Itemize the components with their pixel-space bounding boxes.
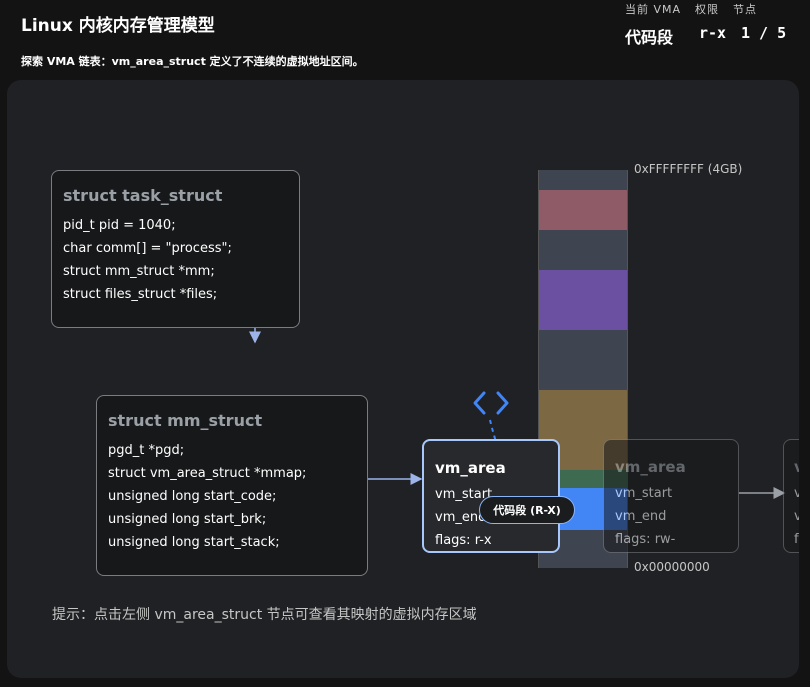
status-label-permission: 权限	[695, 3, 720, 16]
vma-node-title: v	[794, 458, 799, 476]
code-brackets-icon	[473, 391, 509, 415]
status-label-node: 节点	[733, 3, 758, 16]
vma-node-field: v	[794, 509, 799, 524]
vma-node-field: flags: rw-	[615, 532, 676, 547]
mm-struct-field: unsigned long start_brk;	[108, 512, 267, 527]
vma-node-field: f	[794, 532, 799, 547]
mm-struct-field: struct vm_area_struct *mmap;	[108, 466, 307, 481]
mm-struct-field: unsigned long start_stack;	[108, 535, 280, 550]
status-current-vma: 代码段	[625, 28, 674, 47]
vma-node-field: vm_start	[615, 486, 673, 501]
vma-node-field: vm_end	[615, 509, 667, 524]
memory-top-address: 0xFFFFFFFF (4GB)	[634, 162, 743, 176]
hint-text: 提示：点击左侧 vm_area_struct 节点可查看其映射的虚拟内存区域	[52, 607, 477, 623]
task-struct-field: char comm[] = "process";	[63, 241, 232, 256]
memory-segment-gap	[539, 230, 627, 270]
mm-struct-node[interactable]: struct mm_struct pgd_t *pgd; struct vm_a…	[96, 395, 368, 576]
mm-struct-field: pgd_t *pgd;	[108, 443, 185, 458]
memory-segment-mmap	[539, 270, 627, 330]
status-permission: r-x	[699, 24, 727, 42]
memory-bottom-address: 0x00000000	[634, 560, 710, 574]
vma-node-data[interactable]: vm_area vm_start vm_end flags: rw-	[603, 439, 739, 553]
mm-struct-field: unsigned long start_code;	[108, 489, 277, 504]
vma-node-title: vm_area	[615, 458, 686, 476]
vma-node-next[interactable]: v v v f	[783, 439, 799, 553]
memory-segment-stack	[539, 190, 627, 230]
task-struct-field: struct mm_struct *mm;	[63, 264, 215, 279]
visualization-panel: struct task_struct pid_t pid = 1040; cha…	[7, 80, 799, 678]
code-segment-label: 代码段 (R-X)	[479, 496, 575, 524]
status-node-index: 1 / 5	[741, 24, 787, 42]
vma-node-field: flags: r-x	[435, 533, 492, 548]
memory-segment-gap	[539, 330, 627, 390]
status-label-current-vma: 当前 VMA	[625, 3, 682, 16]
task-struct-title: struct task_struct	[63, 186, 223, 205]
task-struct-field: struct files_struct *files;	[63, 287, 218, 302]
header: Linux 内核内存管理模型 探索 VMA 链表：vm_area_struct …	[0, 0, 810, 80]
task-struct-node[interactable]: struct task_struct pid_t pid = 1040; cha…	[51, 170, 300, 328]
mm-struct-title: struct mm_struct	[108, 411, 263, 430]
vma-node-field: v	[794, 486, 799, 501]
task-struct-field: pid_t pid = 1040;	[63, 218, 176, 233]
page-title: Linux 内核内存管理模型	[21, 16, 215, 36]
page-subtitle: 探索 VMA 链表：vm_area_struct 定义了不连续的虚拟地址区间。	[21, 55, 364, 68]
status-panel: 当前 VMA 权限 节点 代码段 r-x 1 / 5	[625, 1, 810, 47]
vma-node-title: vm_area	[435, 459, 506, 477]
